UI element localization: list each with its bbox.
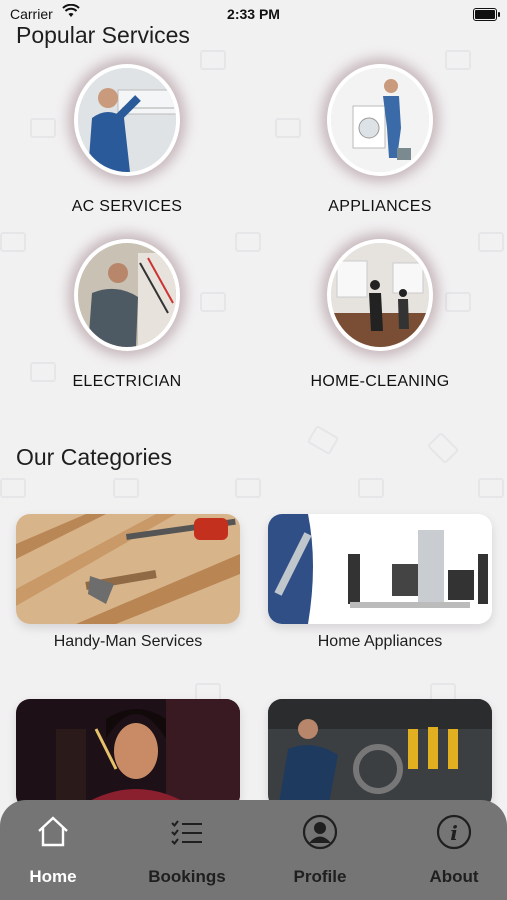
home-appliances-image <box>268 514 492 624</box>
service-home-cleaning[interactable]: HOME-CLEANING <box>280 239 480 391</box>
ac-services-label: AC SERVICES <box>71 198 183 215</box>
list-icon <box>169 814 205 850</box>
ac-services-image <box>74 64 180 176</box>
tab-bookings[interactable]: Bookings <box>137 800 237 900</box>
our-categories-title: Our Categories <box>16 444 172 470</box>
tab-about[interactable]: i About <box>404 800 504 900</box>
home-cleaning-image <box>327 239 433 351</box>
appliances-image <box>327 64 433 176</box>
popular-services-title: Popular Services <box>16 22 190 48</box>
handyman-label: Handy-Man Services <box>53 633 203 650</box>
service-appliances[interactable]: APPLIANCES <box>280 64 480 216</box>
tab-profile-label: Profile <box>293 867 347 886</box>
appliances-label: APPLIANCES <box>328 198 432 215</box>
info-icon: i <box>436 814 472 850</box>
beauty-image <box>16 699 240 809</box>
tab-home[interactable]: Home <box>3 800 103 900</box>
bottom-tab-bar: Home Bookings Profile i About <box>0 800 507 900</box>
tab-about-label: About <box>429 867 479 886</box>
tab-profile[interactable]: Profile <box>270 800 370 900</box>
service-electrician[interactable]: ELECTRICIAN <box>27 239 227 391</box>
electrician-label: ELECTRICIAN <box>72 373 182 390</box>
handyman-image <box>16 514 240 624</box>
tab-home-label: Home <box>29 867 77 886</box>
category-home-appliances[interactable]: Home Appliances <box>268 514 492 651</box>
status-time: 2:33 PM <box>227 6 280 22</box>
battery-icon <box>473 8 500 21</box>
category-handyman[interactable]: Handy-Man Services <box>16 514 240 651</box>
profile-icon <box>302 814 338 850</box>
electrician-image <box>74 239 180 351</box>
automobile-image <box>268 699 492 809</box>
home-appliances-label: Home Appliances <box>317 633 443 650</box>
service-ac[interactable]: AC SERVICES <box>27 64 227 216</box>
tab-bookings-label: Bookings <box>148 867 226 886</box>
svg-text:i: i <box>450 821 458 845</box>
home-icon <box>35 814 71 850</box>
home-cleaning-label: HOME-CLEANING <box>310 373 450 390</box>
